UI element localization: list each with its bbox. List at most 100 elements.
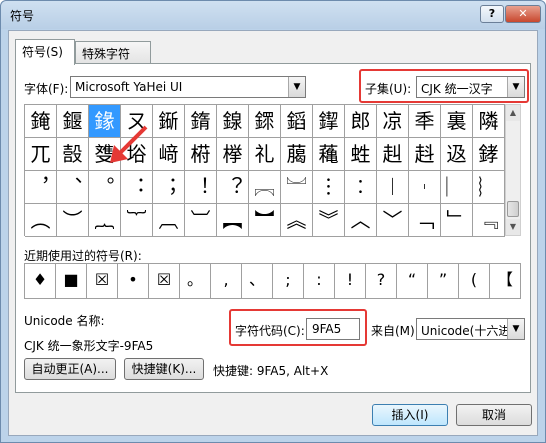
recent-symbol-cell[interactable]: ( <box>459 264 490 299</box>
recent-symbol-cell[interactable]: ” <box>428 264 459 299</box>
from-select[interactable]: Unicode(十六进 ▼ <box>416 318 525 340</box>
from-label: 来自(M): <box>371 324 419 338</box>
recent-symbol-cell[interactable]: ; <box>273 264 304 299</box>
symbol-cell[interactable]: ︘ <box>281 171 313 204</box>
symbol-dialog: 符号 ? ✕ 符号(S) 特殊字符(P) 字体(F): Microsoft Ya… <box>0 0 546 443</box>
help-button[interactable]: ? <box>480 5 504 23</box>
char-code-field[interactable]: 9FA5 <box>306 318 360 340</box>
symbol-cell[interactable]: ﹀ <box>377 204 409 237</box>
symbol-cell[interactable]: 秊 <box>409 105 441 138</box>
symbol-cell[interactable]: 蘒 <box>313 138 345 171</box>
symbol-cell[interactable]: ︔ <box>153 171 185 204</box>
scroll-down-icon[interactable]: ▼ <box>506 219 520 235</box>
recent-symbol-cell[interactable]: 。 <box>180 264 211 299</box>
symbol-cell[interactable]: 礼 <box>249 138 281 171</box>
subset-value: CJK 统一汉字 <box>421 82 493 96</box>
symbol-cell[interactable]: 凉 <box>377 105 409 138</box>
insert-button[interactable]: 插入(I) <box>372 404 448 426</box>
symbol-cell[interactable]: ︽ <box>281 204 313 237</box>
symbol-cell[interactable]: 䤽 <box>249 105 281 138</box>
recent-symbol-cell[interactable]: ■ <box>56 264 87 299</box>
recent-symbol-cell[interactable]: • <box>118 264 149 299</box>
symbol-cell[interactable]: 﨤 <box>441 138 473 171</box>
symbol-cell[interactable]: ︙ <box>313 171 345 204</box>
symbol-cell[interactable]: ︐ <box>25 171 57 204</box>
shortcut-key-button[interactable]: 快捷键(K)... <box>124 358 204 380</box>
chevron-down-icon[interactable]: ▼ <box>288 77 305 97</box>
symbol-cell[interactable]: ︒ <box>89 171 121 204</box>
font-select[interactable]: Microsoft YaHei UI ▼ <box>70 76 306 98</box>
recent-symbol-cell[interactable]: ♦ <box>25 264 56 299</box>
recent-symbol-cell[interactable]: 、 <box>242 264 273 299</box>
symbol-cell[interactable]: 䤷 <box>57 105 89 138</box>
scroll-up-icon[interactable]: ▲ <box>506 105 520 121</box>
recent-symbol-cell[interactable]: : <box>304 264 335 299</box>
symbol-cell[interactable]: ︗ <box>249 171 281 204</box>
recent-symbol-cell[interactable]: ? <box>366 264 397 299</box>
symbol-cell[interactable]: ︶ <box>57 204 89 237</box>
symbol-cell[interactable]: 䤾 <box>281 105 313 138</box>
symbol-cell[interactable]: 赳 <box>377 138 409 171</box>
subset-select[interactable]: CJK 统一汉字 ▼ <box>416 76 525 98</box>
symbol-cell[interactable]: 﨡 <box>345 138 377 171</box>
autocorrect-button[interactable]: 自动更正(A)... <box>24 358 116 380</box>
symbol-cell[interactable]: ︓ <box>121 171 153 204</box>
recent-symbol-cell[interactable]: ☒ <box>149 264 180 299</box>
red-arrow-icon <box>110 125 148 163</box>
title-bar[interactable]: 符号 ? ✕ <box>1 1 545 29</box>
symbol-cell[interactable]: 裏 <box>441 105 473 138</box>
char-code-label: 字符代码(C): <box>235 324 305 338</box>
symbol-cell[interactable]: 兀 <box>25 138 57 171</box>
recent-symbol-cell[interactable]: , <box>211 264 242 299</box>
symbol-cell[interactable]: ︱ <box>377 171 409 204</box>
symbol-cell[interactable]: ︕ <box>185 171 217 204</box>
symbol-cell[interactable]: 﨑 <box>153 138 185 171</box>
symbol-cell[interactable]: 﨧 <box>473 138 505 171</box>
symbol-cell[interactable]: 郎 <box>345 105 377 138</box>
symbol-cell[interactable]: 䤺 <box>153 105 185 138</box>
scroll-thumb[interactable] <box>507 201 519 217</box>
symbol-cell[interactable]: 﨣 <box>409 138 441 171</box>
recent-symbol-cell[interactable]: “ <box>397 264 428 299</box>
symbol-cell[interactable]: ︳ <box>441 171 473 204</box>
symbol-grid-scrollbar[interactable]: ▲ ▼ <box>505 104 521 236</box>
recent-symbols: ♦ ■ ☒ • ☒。,、;:!? “”(【 <box>24 263 521 299</box>
symbol-cell[interactable]: ︾ <box>313 204 345 237</box>
tab-symbols[interactable]: 符号(S) <box>15 39 75 65</box>
symbol-cell[interactable]: ︲ <box>409 171 441 204</box>
symbol-cell[interactable]: ︵ <box>25 204 57 237</box>
symbol-cell[interactable]: 䤼 <box>217 105 249 138</box>
symbol-cell[interactable]: ︴ <box>473 171 505 204</box>
symbol-cell[interactable]: ﹂ <box>441 204 473 237</box>
dialog-body: 符号(S) 特殊字符(P) 字体(F): Microsoft YaHei UI … <box>8 30 538 436</box>
symbol-cell[interactable]: ︿ <box>345 204 377 237</box>
symbol-cell[interactable]: ︑ <box>57 171 89 204</box>
symbol-cell[interactable]: 䤿 <box>313 105 345 138</box>
symbol-cell[interactable]: ︻ <box>217 204 249 237</box>
chevron-down-icon[interactable]: ▼ <box>507 319 524 339</box>
symbol-cell[interactable]: 﨟 <box>281 138 313 171</box>
symbol-cell[interactable]: 嗀 <box>57 138 89 171</box>
symbol-cell[interactable]: 䤻 <box>185 105 217 138</box>
recent-symbol-cell[interactable]: ! <box>335 264 366 299</box>
symbol-cell[interactable]: ︷ <box>89 204 121 237</box>
close-button[interactable]: ✕ <box>505 5 541 23</box>
symbol-cell[interactable]: ︖ <box>217 171 249 204</box>
cancel-button[interactable]: 取消 <box>456 404 532 426</box>
symbol-cell[interactable]: 﨓 <box>185 138 217 171</box>
symbol-cell[interactable]: ︹ <box>153 204 185 237</box>
symbol-cell[interactable]: ︼ <box>249 204 281 237</box>
symbol-cell[interactable]: 䤶 <box>25 105 57 138</box>
symbol-cell[interactable]: ︰ <box>345 171 377 204</box>
unicode-name-label: Unicode 名称: <box>24 314 105 328</box>
recent-symbol-cell[interactable]: ☒ <box>87 264 118 299</box>
symbol-cell[interactable]: 﨔 <box>217 138 249 171</box>
symbol-cell[interactable]: 隣 <box>473 105 505 138</box>
symbol-cell[interactable]: ︸ <box>121 204 153 237</box>
symbol-cell[interactable]: ﹃ <box>473 204 505 237</box>
chevron-down-icon[interactable]: ▼ <box>507 77 524 97</box>
recent-symbol-cell[interactable]: 【 <box>490 264 521 299</box>
symbol-cell[interactable]: ﹁ <box>409 204 441 237</box>
symbol-cell[interactable]: ︺ <box>185 204 217 237</box>
tab-special-characters[interactable]: 特殊字符(P) <box>75 41 151 76</box>
